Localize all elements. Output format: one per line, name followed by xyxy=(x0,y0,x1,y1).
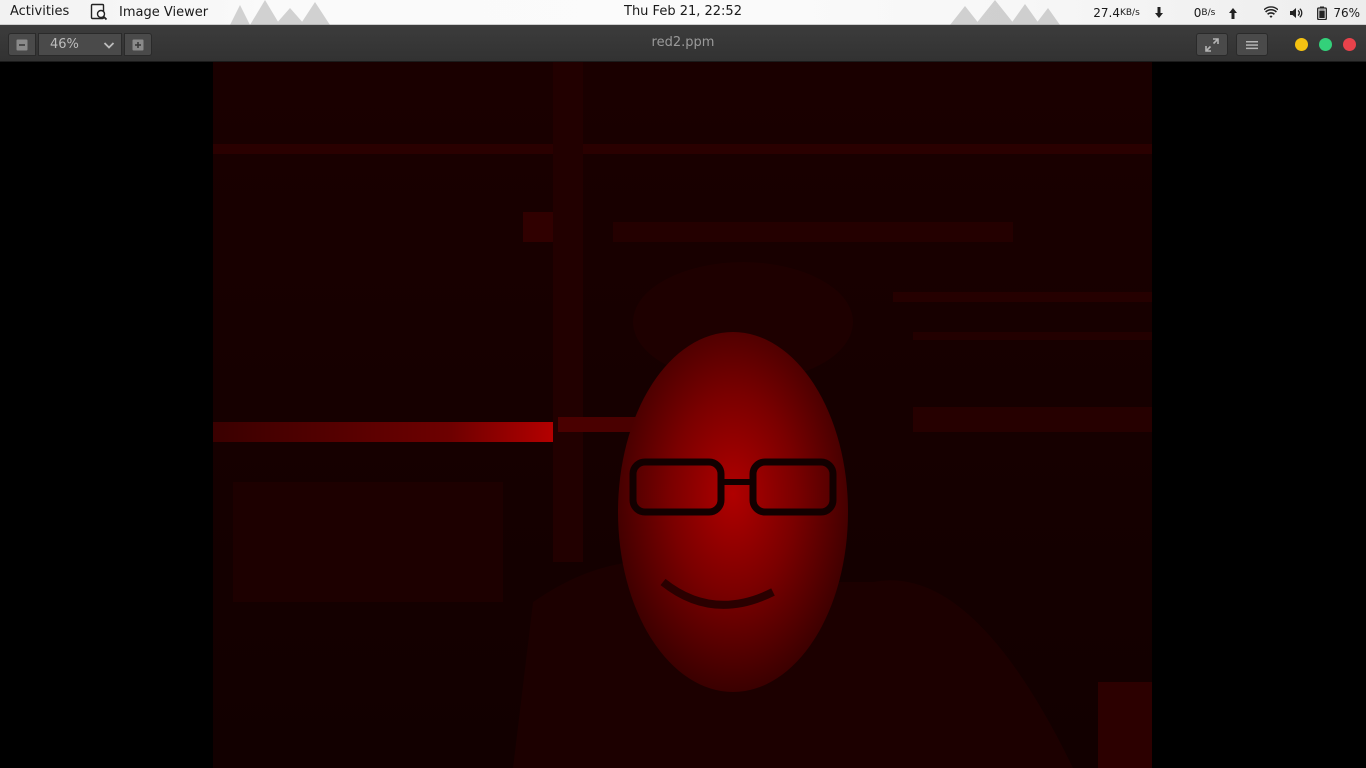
net-up-value: 0 xyxy=(1193,5,1202,20)
app-menu[interactable]: Image Viewer xyxy=(90,3,208,21)
net-download-indicator: 27.4 KB/s xyxy=(1093,6,1164,20)
document-title: red2.ppm xyxy=(651,35,715,50)
fullscreen-icon xyxy=(1205,37,1219,52)
zoom-out-icon xyxy=(16,39,28,50)
hamburger-menu-button[interactable] xyxy=(1236,33,1268,56)
net-upload-indicator: 0 B/s xyxy=(1194,6,1239,20)
net-up-unit: B/s xyxy=(1201,7,1216,18)
battery-percent: 76% xyxy=(1333,5,1360,20)
hamburger-menu-icon xyxy=(1246,40,1258,49)
zoom-level-value: 46% xyxy=(50,37,79,52)
displayed-image xyxy=(213,62,1152,768)
fullscreen-button[interactable] xyxy=(1196,33,1228,56)
close-window-button[interactable] xyxy=(1343,38,1356,51)
tree-decoration-right xyxy=(950,0,1060,25)
image-viewport[interactable] xyxy=(0,62,1366,768)
app-menu-label: Image Viewer xyxy=(119,4,209,20)
activities-button[interactable]: Activities xyxy=(10,4,69,19)
zoom-in-button[interactable] xyxy=(124,33,152,56)
minimize-window-button[interactable] xyxy=(1295,38,1308,51)
maximize-window-button[interactable] xyxy=(1319,38,1332,51)
zoom-in-icon xyxy=(132,39,144,50)
chevron-down-icon xyxy=(103,42,115,49)
image-viewer-app-icon xyxy=(90,3,108,21)
upload-arrow-icon xyxy=(1229,7,1238,19)
battery-icon xyxy=(1317,6,1328,20)
top-bar: Activities Image Viewer Thu Feb 21, 22:5… xyxy=(0,0,1366,25)
net-down-unit: KB/s xyxy=(1119,7,1140,18)
image-viewer-headerbar: 46% red2.ppm xyxy=(0,25,1366,62)
zoom-level-combo[interactable]: 46% xyxy=(38,33,122,56)
wifi-icon xyxy=(1264,5,1279,18)
net-down-value: 27.4 xyxy=(1093,5,1120,20)
download-arrow-icon xyxy=(1154,6,1163,18)
system-tray[interactable]: 27.4 KB/s 0 B/s 76% xyxy=(1093,0,1366,25)
tree-decoration-left xyxy=(230,0,330,25)
zoom-out-button[interactable] xyxy=(8,33,36,56)
volume-icon xyxy=(1290,7,1303,18)
clock[interactable]: Thu Feb 21, 22:52 xyxy=(624,4,742,19)
